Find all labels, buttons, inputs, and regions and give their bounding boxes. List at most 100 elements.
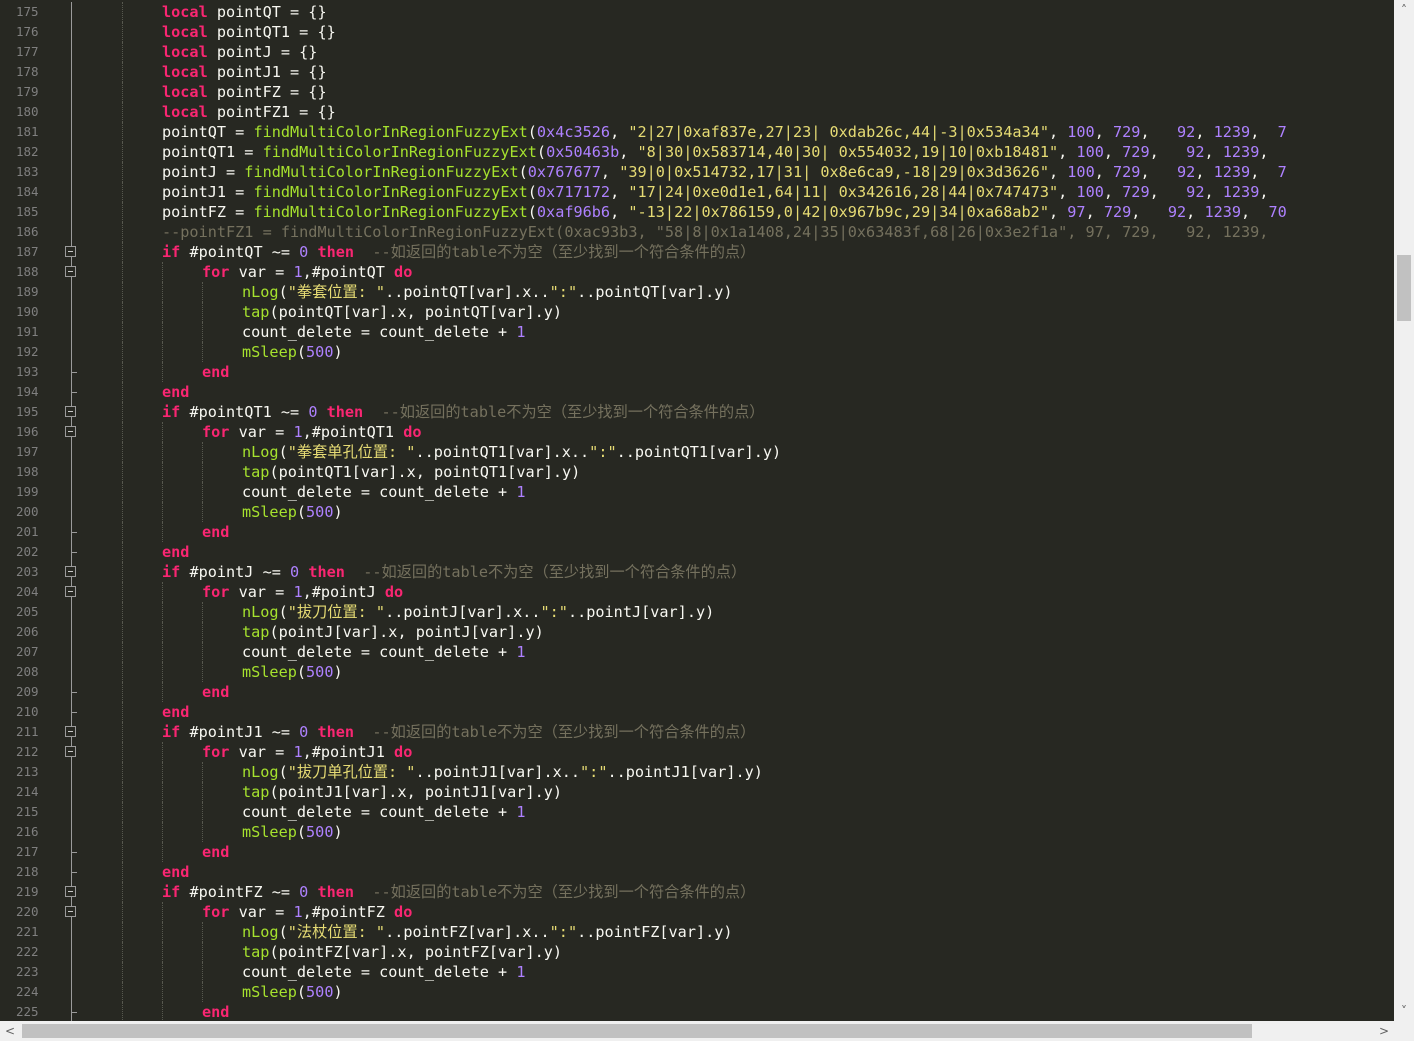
code-token: 7 [1277, 123, 1287, 141]
code-token: , [1058, 183, 1077, 201]
line-number: 180 [16, 104, 39, 119]
line-number: 218 [16, 864, 39, 879]
code-token: nLog [242, 443, 279, 461]
code-token: --如返回的table不为空（至少找到一个符合条件的点） [372, 723, 756, 741]
code-token: 500 [306, 503, 334, 521]
code-token: 1 [293, 263, 303, 281]
code-token: ":" [549, 923, 578, 941]
line-number: 202 [16, 544, 39, 559]
indent-guide [202, 822, 203, 842]
line-number: 205 [16, 604, 39, 619]
code-token: end [202, 363, 230, 381]
code-token: then [317, 243, 355, 261]
horizontal-scroll-thumb[interactable] [22, 1024, 1252, 1038]
indent-guide [162, 462, 163, 482]
indent-guide [162, 302, 163, 322]
code-token: for [202, 423, 230, 441]
code-token: 729 [1103, 203, 1132, 221]
code-token: local [162, 63, 208, 81]
line-number: 208 [16, 664, 39, 679]
code-token: --如返回的table不为空（至少找到一个符合条件的点） [372, 243, 756, 261]
code-line: count_delete = count_delete + 1 [98, 642, 1394, 662]
fold-collapse-icon[interactable] [65, 246, 76, 257]
indent-guide [162, 262, 163, 282]
code-line: nLog("拔刀位置: "..pointJ[var].x..":"..point… [98, 602, 1394, 622]
code-token: end [162, 383, 190, 401]
code-token: 729 [1122, 143, 1150, 161]
code-token: 729 [1122, 183, 1150, 201]
code-token: ) [333, 503, 343, 521]
code-line: nLog("拔刀单孔位置: "..pointJ1[var].x..":"..po… [98, 762, 1394, 782]
code-area[interactable]: local pointQT = {} local pointQT1 = {} loc… [98, 2, 1394, 1021]
indent-guide [162, 502, 163, 522]
line-number: 194 [16, 384, 39, 399]
code-token: "2|27|0xaf837e,27|23| 0xdab26c,44|-3|0x5… [628, 123, 1049, 141]
code-token: ( [278, 763, 288, 781]
code-token: then [308, 563, 345, 581]
scroll-up-arrow-icon[interactable]: ˄ [1394, 0, 1414, 20]
code-line: if #pointQT1 ~= 0 then --如返回的table不为空（至少… [98, 402, 1394, 422]
indent-guide [162, 422, 163, 442]
vertical-scrollbar[interactable]: ˄ ˅ [1394, 0, 1414, 1021]
code-editor[interactable]: 175 176 177 178 179 180 181 182 183 184 185 186 187 1… [0, 0, 1394, 1021]
line-number: 211 [16, 724, 39, 739]
fold-collapse-icon[interactable] [65, 426, 76, 437]
fold-end-marker [71, 532, 77, 533]
code-token: 1 [516, 483, 526, 501]
fold-collapse-icon[interactable] [65, 886, 76, 897]
code-token: 0x767677 [527, 163, 601, 181]
code-token: var = [229, 263, 294, 281]
code-token: (pointJ1[var].x, pointJ1[var].y) [269, 783, 563, 801]
scroll-down-arrow-icon[interactable]: ˅ [1394, 1001, 1414, 1021]
code-token: end [162, 703, 190, 721]
fold-collapse-icon[interactable] [65, 746, 76, 757]
horizontal-scrollbar[interactable]: < > [0, 1021, 1394, 1041]
code-token: mSleep [242, 823, 297, 841]
fold-end-marker [71, 372, 77, 373]
indent-guide [202, 282, 203, 302]
code-token: 1239 [1213, 163, 1251, 181]
fold-collapse-icon[interactable] [65, 586, 76, 597]
code-line: if #pointJ ~= 0 then --如返回的table不为空（至少找到… [98, 562, 1394, 582]
code-token: "8|30|0x583714,40|30| 0x554032,19|10|0xb… [637, 143, 1059, 161]
line-number: 190 [16, 304, 39, 319]
line-number: 222 [16, 944, 39, 959]
code-line: local pointFZ = {} [98, 82, 1394, 102]
fold-collapse-icon[interactable] [65, 566, 76, 577]
code-token: tap [242, 623, 270, 641]
fold-collapse-icon[interactable] [65, 906, 76, 917]
fold-collapse-icon[interactable] [65, 726, 76, 737]
code-token: , [1048, 163, 1068, 181]
code-token: ,#pointJ [302, 583, 385, 601]
line-number: 196 [16, 424, 39, 439]
line-number: 198 [16, 464, 39, 479]
code-token: ":" [540, 603, 568, 621]
code-token: #pointQT ~= [180, 243, 300, 261]
code-token: count_delete = count_delete + [242, 643, 517, 661]
code-token: ( [518, 163, 528, 181]
code-token: for [202, 263, 230, 281]
indent-guide [162, 742, 163, 762]
vertical-scroll-thumb[interactable] [1397, 255, 1411, 321]
code-token: count_delete = count_delete + [242, 323, 517, 341]
code-line: end [98, 1002, 1394, 1021]
code-token: 500 [306, 823, 334, 841]
fold-collapse-icon[interactable] [65, 266, 76, 277]
fold-collapse-icon[interactable] [65, 406, 76, 417]
code-token: , [1186, 203, 1205, 221]
code-token: pointFZ = {} [207, 83, 327, 101]
indent-guide [162, 782, 163, 802]
line-number: 201 [16, 524, 39, 539]
scrollbar-corner [1394, 1021, 1414, 1041]
code-token: var = [229, 903, 294, 921]
scroll-left-arrow-icon[interactable]: < [0, 1021, 20, 1041]
code-token: , [1085, 203, 1104, 221]
code-token: , [1048, 123, 1068, 141]
code-token: , [1103, 143, 1123, 161]
code-token: 0 [290, 563, 300, 581]
code-token: ..pointJ[var].y) [567, 603, 715, 621]
fold-margin[interactable] [50, 2, 94, 1021]
code-token: if [162, 883, 181, 901]
line-number: 215 [16, 804, 39, 819]
scroll-right-arrow-icon[interactable]: > [1374, 1021, 1394, 1041]
